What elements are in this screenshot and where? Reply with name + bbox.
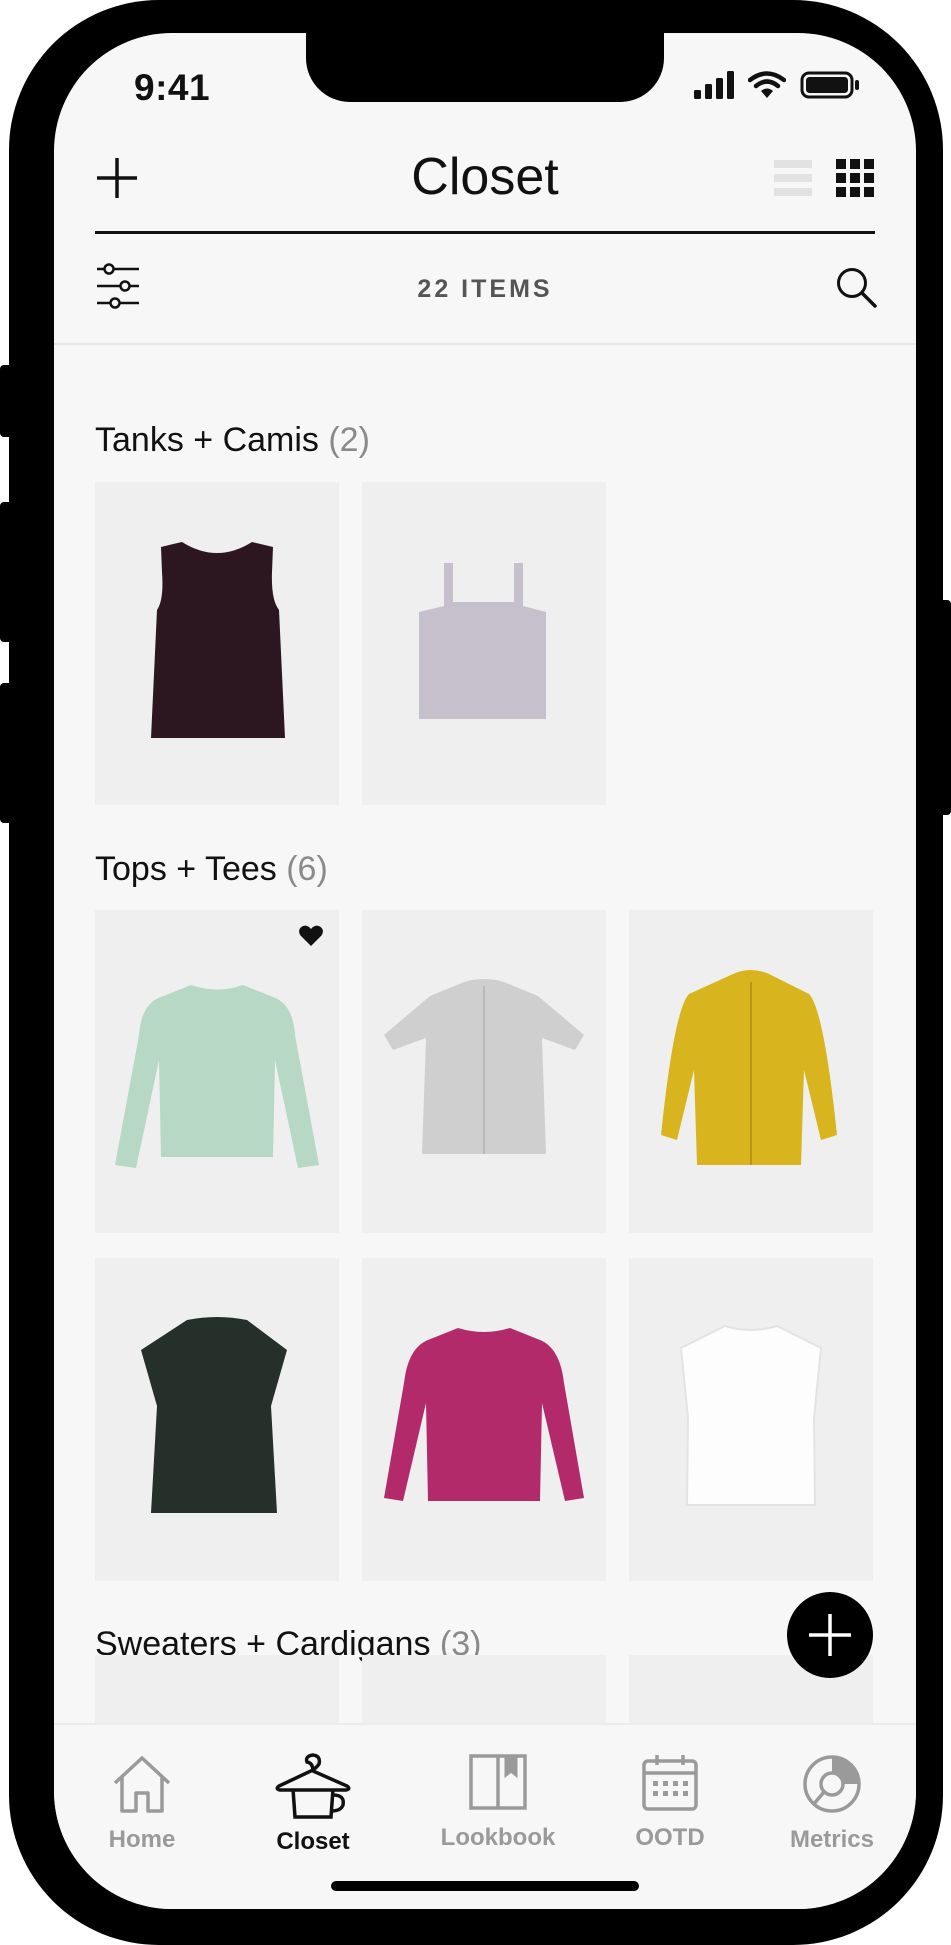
tab-closet[interactable]: Closet [238,1753,388,1856]
section-name: Tops + Tees [95,850,277,888]
fab-add-button[interactable] [787,1592,873,1678]
sweater-icon [115,985,319,1168]
wifi-icon [748,71,786,98]
closet-item-dark-shell[interactable] [95,1258,339,1581]
tab-ootd[interactable]: OOTD [595,1753,745,1852]
tab-label: Closet [276,1828,350,1855]
closet-item-cami[interactable] [362,482,606,805]
short-sleeve-shirt-icon [384,979,584,1154]
cami-icon [419,563,546,719]
sleeveless-tee-icon [679,1324,823,1506]
long-sleeve-shirt-icon [661,970,837,1165]
items-count: 22 ITEMS [417,275,553,303]
section-title-tanks-camis: Tanks + Camis (2) [95,421,370,460]
search-icon[interactable] [835,266,877,308]
tank-icon [151,542,285,738]
signal-icon [694,71,734,99]
tab-label: Home [108,1826,176,1853]
header-divider [95,231,875,234]
tab-label: Lookbook [440,1824,556,1851]
home-indicator [331,1881,639,1891]
plus-icon [809,1614,851,1656]
tab-label: OOTD [635,1824,705,1851]
notch [306,33,664,102]
status-icons [694,71,860,99]
section-count: (2) [328,421,370,459]
closet-item-placeholder[interactable] [362,1655,606,1725]
closet-item-tank[interactable] [95,482,339,805]
house-icon [113,1756,171,1813]
tab-home[interactable]: Home [67,1753,217,1854]
battery-icon [800,71,859,99]
shell-top-icon [141,1317,287,1513]
closet-item-grey-shirt[interactable] [362,910,606,1233]
status-time: 9:41 [134,67,211,108]
pie-chart-icon [803,1755,861,1813]
list-view-icon[interactable] [774,158,812,198]
tab-lookbook[interactable]: Lookbook [423,1753,573,1852]
closet-item-white-tee[interactable] [629,1258,873,1581]
screen: 9:41 Closet 22 ITEMS Tanks + Camis (2) T… [54,33,916,1909]
hanger-icon [275,1753,351,1819]
closet-item-yellow-shirt[interactable] [629,910,873,1233]
tab-label: Metrics [789,1826,875,1853]
closet-item-magenta-sweater[interactable] [362,1258,606,1581]
closet-item-mint-sweater[interactable] [95,910,339,1233]
book-icon [469,1754,527,1810]
closet-item-placeholder[interactable] [95,1655,339,1725]
grid-view-icon[interactable] [836,158,874,198]
sweater-icon [384,1328,584,1501]
calendar-icon [642,1755,698,1811]
tab-metrics[interactable]: Metrics [757,1753,907,1854]
section-name: Tanks + Camis [95,421,319,459]
section-title-tops-tees: Tops + Tees (6) [95,850,328,889]
toolbar-divider [54,343,916,345]
heart-icon[interactable] [298,924,324,948]
phone-frame: 9:41 Closet 22 ITEMS Tanks + Camis (2) T… [9,0,943,1945]
section-count: (6) [286,850,328,888]
